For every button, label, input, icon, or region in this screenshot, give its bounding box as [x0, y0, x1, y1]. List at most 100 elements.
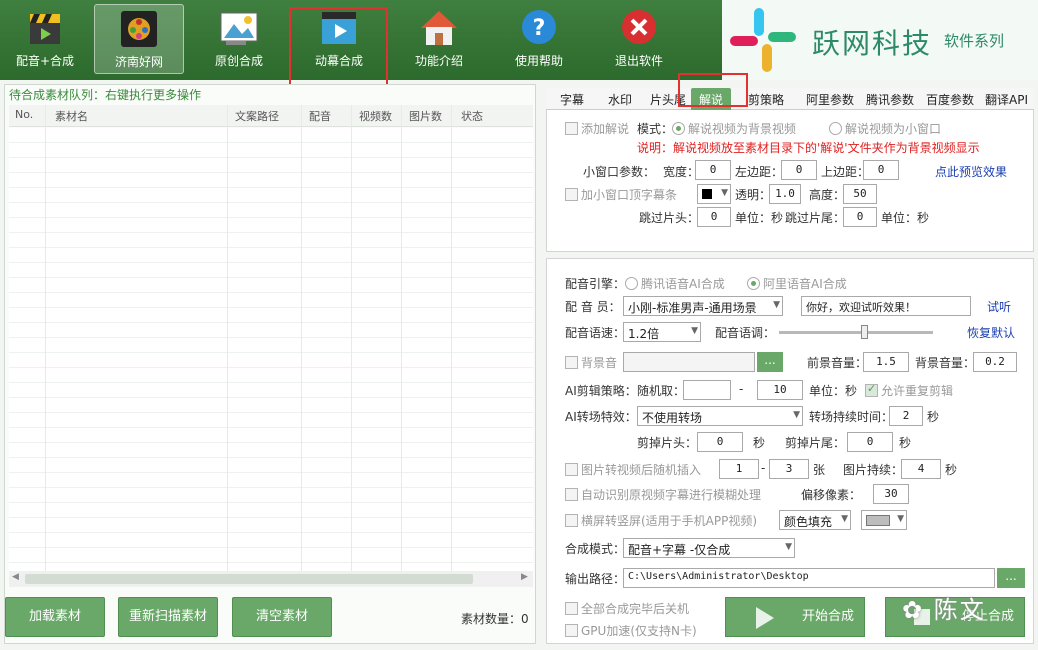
toolbar-exit[interactable]: 退出软件	[594, 4, 684, 74]
reset-default-link[interactable]: 恢复默认	[967, 324, 1015, 341]
engine-ali-radio[interactable]	[747, 277, 760, 290]
left-margin-label: 左边距：	[735, 165, 784, 179]
tab-head-tail[interactable]: 片头尾	[650, 91, 686, 108]
image-duration-input[interactable]: 4	[901, 459, 941, 479]
tab-tencent-params[interactable]: 腾讯参数	[866, 91, 914, 108]
bgm-checkbox[interactable]	[565, 356, 578, 369]
toolbar-intro[interactable]: 功能介绍	[394, 4, 484, 74]
chevron-down-icon: ▼	[691, 326, 698, 336]
tab-cut-strategy[interactable]: 剪策略	[748, 91, 784, 108]
engine-tencent-radio[interactable]	[625, 277, 638, 290]
queue-table-body[interactable]	[9, 128, 533, 572]
seconds-label: 秒	[927, 410, 940, 424]
tab-ali-params[interactable]: 阿里参数	[806, 91, 854, 108]
toolbar-label: 使用帮助	[514, 54, 563, 68]
tab-baidu-params[interactable]: 百度参数	[926, 91, 974, 108]
gpu-checkbox[interactable]	[565, 624, 578, 637]
cut-tail-input[interactable]: 0	[847, 432, 893, 452]
image-to-input[interactable]: 3	[769, 459, 809, 479]
toolbar-help[interactable]: ? 使用帮助	[494, 4, 584, 74]
scroll-thumb[interactable]	[25, 574, 473, 584]
pitch-slider[interactable]	[779, 325, 933, 339]
top-margin-input[interactable]: 0	[863, 160, 899, 180]
preview-link[interactable]: 点此预览效果	[935, 163, 1007, 180]
start-compose-button[interactable]: 开始合成	[725, 597, 865, 637]
scroll-right-icon[interactable]: ▶	[521, 572, 528, 582]
toolbar-jinan[interactable]: 济南好网	[94, 4, 184, 74]
image-insert-checkbox[interactable]	[565, 463, 578, 476]
toolbar-anim[interactable]: 动幕合成	[294, 4, 384, 74]
listen-link[interactable]: 试听	[987, 298, 1011, 315]
voice-select[interactable]: 小刚-标准男声-通用场景 ▼	[623, 296, 783, 316]
fill-color-picker[interactable]: ▼	[861, 510, 907, 530]
add-commentary-label: 添加解说	[581, 122, 630, 136]
clear-material-button[interactable]: 清空素材	[232, 597, 332, 637]
col-dub: 配音	[309, 110, 331, 123]
skip-head-input[interactable]: 0	[697, 207, 731, 227]
horizontal-scrollbar[interactable]: ◀ ▶	[9, 571, 533, 587]
skip-tail-input[interactable]: 0	[843, 207, 877, 227]
cut-head-label: 剪掉片头：	[637, 436, 698, 450]
play-clapper-icon	[318, 8, 360, 48]
toolbar-label: 功能介绍	[414, 54, 463, 68]
height-input[interactable]: 50	[843, 184, 877, 204]
cut-head-input[interactable]: 0	[697, 432, 743, 452]
allow-repeat-checkbox[interactable]	[865, 382, 878, 397]
speed-select[interactable]: 1.2倍 ▼	[623, 322, 701, 342]
width-input[interactable]: 0	[695, 160, 731, 180]
engine-label: 配音引擎：	[565, 277, 626, 291]
add-commentary-checkbox[interactable]	[565, 122, 578, 135]
unit-sec-label: 单位：秒	[809, 384, 858, 398]
bg-volume-label: 背景音量：	[915, 356, 976, 370]
random-to-input[interactable]: 10	[757, 380, 803, 400]
fill-mode-select[interactable]: 颜色填充 ▼	[779, 510, 851, 530]
front-volume-input[interactable]: 1.5	[863, 352, 909, 372]
random-from-input[interactable]	[683, 380, 731, 400]
left-margin-input[interactable]: 0	[781, 160, 817, 180]
top-bar-checkbox[interactable]	[565, 188, 578, 201]
tab-subtitle[interactable]: 字幕	[560, 91, 584, 108]
image-from-input[interactable]: 1	[719, 459, 759, 479]
compose-mode-select[interactable]: 配音+字幕 -仅合成 ▼	[623, 538, 795, 558]
col-divider	[451, 105, 452, 572]
output-browse-button[interactable]: ...	[997, 568, 1025, 588]
subtitle-blur-checkbox[interactable]	[565, 488, 578, 501]
rescan-material-button[interactable]: 重新扫描素材	[118, 597, 218, 637]
toolbar-original[interactable]: 原创合成	[194, 4, 284, 74]
shutdown-checkbox[interactable]	[565, 602, 578, 615]
transition-duration-input[interactable]: 2	[889, 406, 923, 426]
toolbar-dub-compose[interactable]: 配音+合成	[0, 4, 90, 74]
skip-tail-label: 跳过片尾：	[785, 211, 846, 225]
portrait-convert-checkbox[interactable]	[565, 514, 578, 527]
subtitle-blur-label: 自动识别原视频字幕进行模糊处理	[581, 488, 762, 502]
mode-small-radio[interactable]	[829, 122, 842, 135]
tab-translate-api[interactable]: 翻译API	[985, 91, 1028, 108]
col-divider	[401, 105, 402, 572]
load-material-button[interactable]: 加载素材	[5, 597, 105, 637]
offset-input[interactable]: 30	[873, 484, 909, 504]
tab-commentary[interactable]: 解说	[691, 88, 732, 110]
scroll-left-icon[interactable]: ◀	[12, 572, 19, 582]
queue-panel: 待合成素材队列：右键执行更多操作 No. 素材名 文案路径 配音 视频数 图片数…	[4, 84, 536, 644]
image-duration-label: 图片持续：	[843, 463, 904, 477]
output-path-input[interactable]: C:\Users\Administrator\Desktop	[623, 568, 995, 588]
tab-watermark[interactable]: 水印	[608, 91, 632, 108]
shutdown-label: 全部合成完毕后关机	[581, 602, 690, 616]
bg-volume-input[interactable]: 0.2	[973, 352, 1017, 372]
small-window-label: 小窗口参数：	[583, 165, 656, 179]
mode-bg-radio[interactable]	[672, 122, 685, 135]
pitch-slider-knob[interactable]	[860, 325, 868, 339]
dubbing-panel: 配音引擎： 腾讯语音AI合成 阿里语音AI合成 配 音 员： 小刚-标准男声-通…	[546, 258, 1034, 644]
alpha-input[interactable]: 1.0	[769, 184, 801, 204]
transition-select[interactable]: 不使用转场 ▼	[637, 406, 803, 426]
bgm-path-input[interactable]	[623, 352, 755, 372]
brand-logo	[730, 8, 796, 72]
test-text-input[interactable]: 你好，欢迎试听效果！	[801, 296, 971, 316]
bar-color-picker[interactable]: ▼	[697, 184, 731, 204]
output-path-label: 输出路径：	[565, 572, 626, 586]
bgm-browse-button[interactable]: ...	[757, 352, 783, 372]
wechat-icon: ✿	[902, 596, 934, 624]
speed-value: 1.2倍	[628, 327, 660, 341]
skip-head-label: 跳过片头：	[639, 211, 700, 225]
voice-label: 配 音 员：	[565, 300, 621, 314]
